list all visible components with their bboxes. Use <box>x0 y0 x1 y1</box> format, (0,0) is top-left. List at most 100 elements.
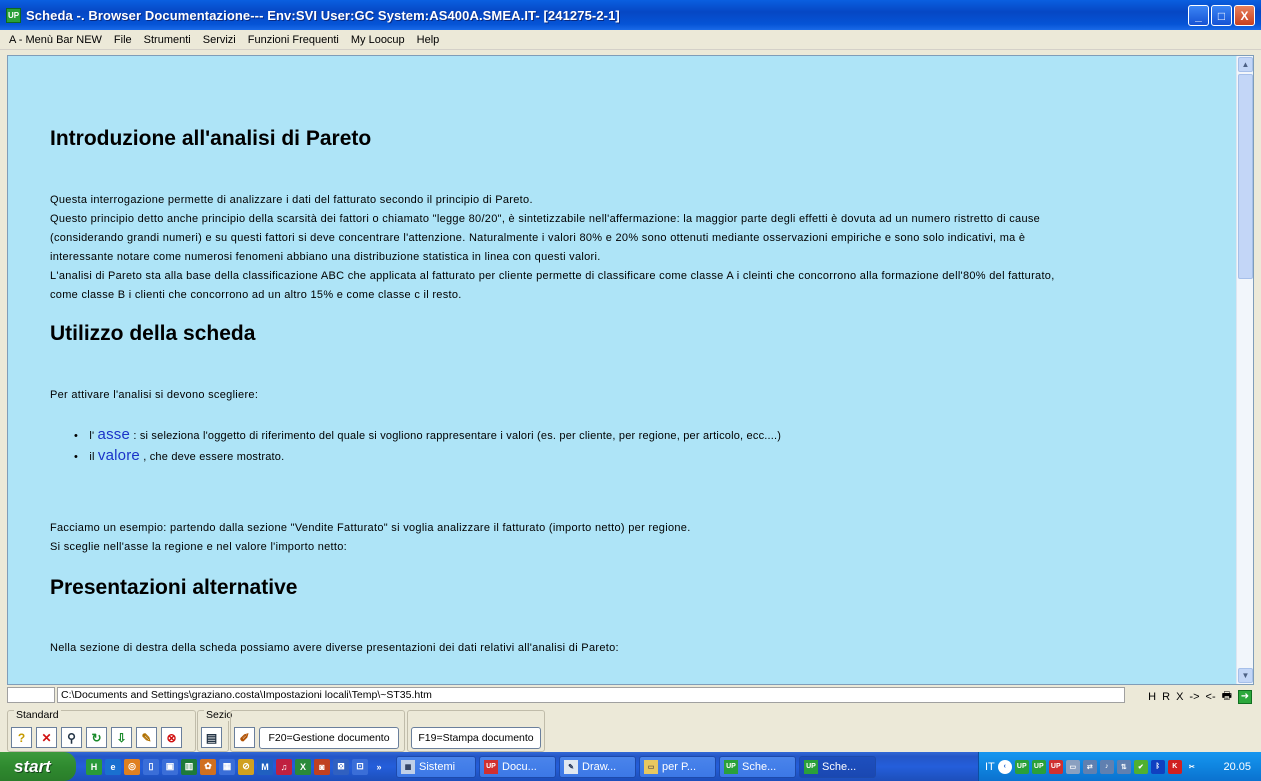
menu-my-loocup[interactable]: My Loocup <box>351 34 405 46</box>
status-tool-h[interactable]: H <box>1148 691 1156 703</box>
heading-presentazioni: Presentazioni alternative <box>50 576 298 599</box>
language-indicator[interactable]: IT <box>985 761 995 773</box>
menu-file[interactable]: File <box>114 34 132 46</box>
quick-launch-icon[interactable]: ◎ <box>124 758 140 775</box>
tray-icon[interactable]: ✂ <box>1185 760 1199 774</box>
task-sche-1[interactable]: UP Sche... <box>719 755 796 778</box>
export-icon[interactable]: ⇩ <box>111 727 132 748</box>
quick-launch: H e ◎ ▯ ▣ ▥ ✿ ▦ ⊘ M ♫ X ◙ ⊠ ⊡ » <box>86 758 387 775</box>
status-tool-forward[interactable]: -> <box>1189 691 1199 703</box>
clock: 20.05 <box>1223 760 1251 773</box>
folder-icon: ▭ <box>644 759 658 774</box>
task-sche-2[interactable]: UP Sche... <box>799 755 876 778</box>
refresh-icon[interactable]: ↻ <box>86 727 107 748</box>
bluetooth-icon[interactable]: ᛒ <box>1150 759 1165 774</box>
app-icon: UP <box>6 7 21 23</box>
system-tray: IT ‹ UP UP UP ▭ ⇄ ♪ ⇅ ✔ ᛒ K ✂ 20.05 <box>978 752 1261 781</box>
toolbar-group-documento: ✐ F20=Gestione documento <box>230 710 405 752</box>
window-title: Scheda -. Browser Documentazione--- Env:… <box>26 7 620 23</box>
toolbar-group-sezio: Sezio ▤ <box>197 709 235 752</box>
paragraph-intro: Questa interrogazione permette di analiz… <box>50 194 1055 301</box>
toolbar: Standard ? ✕ ⚲ ↻ ⇩ ✎ ⊗ Sezio ▤ ✐ F20=Ges… <box>0 706 1261 752</box>
toolbar-group-standard: Standard ? ✕ ⚲ ↻ ⇩ ✎ ⊗ <box>7 709 196 752</box>
list-item: il valore , che deve essere mostrato. <box>74 446 781 467</box>
f19-stampa-documento-button[interactable]: F19=Stampa documento <box>411 727 541 749</box>
scroll-down-icon[interactable]: ▼ <box>1238 668 1253 683</box>
close-icon[interactable]: ✕ <box>36 727 57 748</box>
quick-launch-icon[interactable]: ⊠ <box>333 758 349 775</box>
network-icon[interactable]: ⇄ <box>1082 759 1097 774</box>
scroll-thumb[interactable] <box>1238 74 1253 279</box>
quick-launch-icon[interactable]: ▦ <box>219 758 235 775</box>
quick-launch-icon[interactable]: X <box>295 758 311 775</box>
quick-launch-icon[interactable]: ♫ <box>276 758 292 775</box>
section-icon[interactable]: ▤ <box>201 727 222 748</box>
start-button[interactable]: start <box>0 752 76 781</box>
quick-launch-icon[interactable]: ▥ <box>181 758 197 775</box>
heading-utilizzo: Utilizzo della scheda <box>50 322 256 345</box>
tray-expand-icon[interactable]: ‹ <box>997 759 1012 774</box>
quick-launch-icon[interactable]: ✿ <box>200 758 216 775</box>
menu-servizi[interactable]: Servizi <box>203 34 236 46</box>
task-draw[interactable]: ✎ Draw... <box>559 755 636 778</box>
help-icon[interactable]: ? <box>11 727 32 748</box>
heading-introduzione: Introduzione all'analisi di Pareto <box>50 127 372 150</box>
status-tool-back[interactable]: <- <box>1206 691 1216 703</box>
ie-icon[interactable]: e <box>105 758 121 775</box>
quick-launch-icon[interactable]: ▣ <box>162 758 178 775</box>
maximize-button[interactable]: □ <box>1211 5 1232 26</box>
network-icon[interactable]: ⇅ <box>1116 759 1131 774</box>
status-path: C:\Documents and Settings\graziano.costa… <box>57 687 1125 703</box>
up-tray-icon[interactable]: UP <box>1031 759 1046 774</box>
quick-launch-icon[interactable]: ▯ <box>143 758 159 775</box>
menu-funzioni-frequenti[interactable]: Funzioni Frequenti <box>248 34 339 46</box>
toolbar-label-standard: Standard <box>14 709 61 721</box>
quick-launch-icon[interactable]: ⊘ <box>238 758 254 775</box>
status-tools: H R X -> <- 🖶 ➜ <box>1148 687 1252 706</box>
status-tool-x[interactable]: X <box>1176 691 1183 703</box>
link-asse[interactable]: asse <box>98 426 131 443</box>
document-viewer[interactable]: Introduzione all'analisi di Pareto Quest… <box>7 55 1254 685</box>
quick-launch-icon[interactable]: ◙ <box>314 758 330 775</box>
edit-document-icon[interactable]: ✐ <box>234 727 255 748</box>
toolbar-group-stampa: F19=Stampa documento <box>407 710 545 752</box>
task-per-p[interactable]: ▭ per P... <box>639 755 716 778</box>
taskbar: start H e ◎ ▯ ▣ ▥ ✿ ▦ ⊘ M ♫ X ◙ ⊠ ⊡ » ▦ … <box>0 752 1261 781</box>
menu-help[interactable]: Help <box>417 34 440 46</box>
link-valore[interactable]: valore <box>98 447 140 464</box>
close-button[interactable]: X <box>1234 5 1255 26</box>
document-body: Introduzione all'analisi di Pareto Quest… <box>8 56 1237 684</box>
status-cell-empty <box>7 687 55 703</box>
find-icon[interactable]: ✎ <box>136 727 157 748</box>
up-tray-icon[interactable]: UP <box>1014 759 1029 774</box>
security-icon[interactable]: ✔ <box>1133 759 1148 774</box>
antivirus-icon[interactable]: K <box>1167 759 1182 774</box>
f20-gestione-documento-button[interactable]: F20=Gestione documento <box>259 727 399 749</box>
network-icon[interactable]: ▭ <box>1065 759 1080 774</box>
scroll-up-icon[interactable]: ▲ <box>1238 57 1253 72</box>
up-tray-icon[interactable]: UP <box>1048 759 1063 774</box>
quick-launch-icon[interactable]: ⊡ <box>352 758 368 775</box>
task-sistemi[interactable]: ▦ Sistemi <box>396 755 476 778</box>
status-bar: C:\Documents and Settings\graziano.costa… <box>7 686 1254 704</box>
stop-icon[interactable]: ⊗ <box>161 727 182 748</box>
menu-strumenti[interactable]: Strumenti <box>144 34 191 46</box>
go-arrow-icon[interactable]: ➜ <box>1238 689 1252 704</box>
print-icon[interactable]: 🖶 <box>1222 687 1232 706</box>
up-app-icon: UP <box>724 759 738 774</box>
choice-list: l' asse : si seleziona l'oggetto di rife… <box>74 425 781 467</box>
search-icon[interactable]: ⚲ <box>61 727 82 748</box>
task-buttons: ▦ Sistemi UP Docu... ✎ Draw... ▭ per P..… <box>393 755 876 778</box>
quick-launch-icon[interactable]: M <box>257 758 273 775</box>
volume-icon[interactable]: ♪ <box>1099 759 1114 774</box>
status-tool-r[interactable]: R <box>1162 691 1170 703</box>
menu-a-menu-bar-new[interactable]: A - Menù Bar NEW <box>9 34 102 46</box>
paint-icon: ✎ <box>564 759 578 774</box>
vertical-scrollbar[interactable]: ▲ ▼ <box>1236 56 1253 684</box>
minimize-button[interactable]: _ <box>1188 5 1209 26</box>
menu-bar: A - Menù Bar NEW File Strumenti Servizi … <box>0 30 1261 50</box>
task-docu[interactable]: UP Docu... <box>479 755 556 778</box>
chevron-icon[interactable]: » <box>371 759 387 775</box>
quick-launch-icon[interactable]: H <box>86 758 102 775</box>
up-app-icon: UP <box>484 759 498 774</box>
